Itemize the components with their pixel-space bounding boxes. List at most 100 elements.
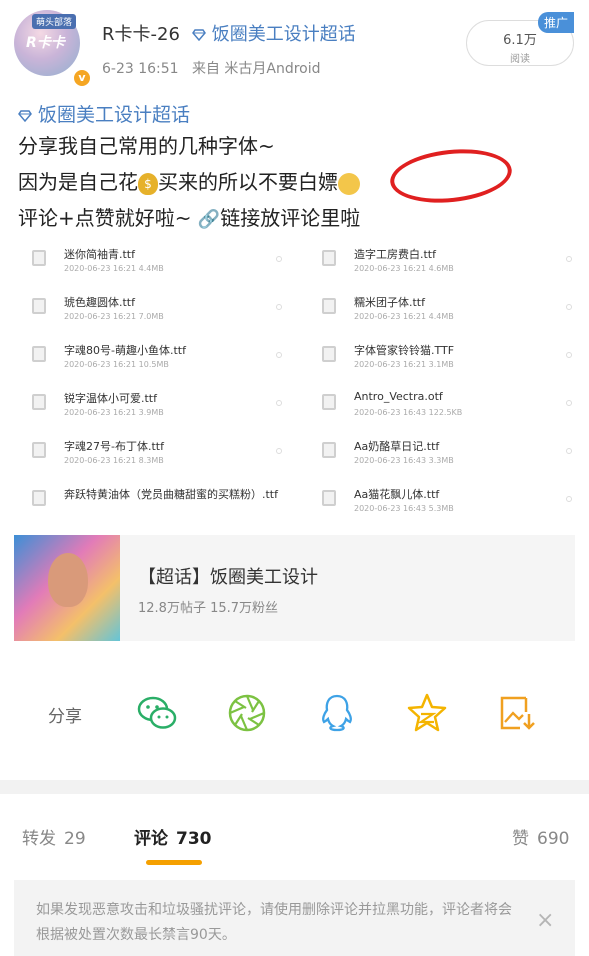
file-icon [32, 442, 46, 458]
post-meta: 6-23 16:51 来自 米古月Android [102, 58, 321, 78]
qq-icon[interactable] [316, 692, 358, 734]
link-icon: 🔗 [197, 208, 221, 230]
username[interactable]: R卡卡-26 [102, 20, 180, 46]
tab-comments-count: 730 [176, 829, 212, 849]
post-topic-link[interactable]: 饭圈美工设计超话 [18, 100, 578, 128]
file-item: 字魂80号-萌趣小鱼体.ttf 2020-06-23 16:21 10.5MB [16, 334, 286, 382]
file-name: 字体管家铃铃猫.TTF [354, 344, 455, 357]
interaction-tabs: 转发 29 评论 730 赞 690 [0, 794, 589, 872]
file-name: 迷你简袖青.ttf [64, 248, 135, 261]
select-circle-icon [276, 304, 282, 310]
file-item: Aa奶酪草日记.ttf 2020-06-23 16:43 3.3MB [306, 430, 576, 478]
portrait-image [48, 553, 88, 607]
verified-badge-icon: v [72, 68, 92, 88]
promo-badge[interactable]: 推广 [538, 12, 575, 33]
file-name: 琥色趣圆体.ttf [64, 296, 135, 309]
file-icon [322, 346, 336, 362]
post-text-segment: 链接放评论里啦 [220, 206, 361, 230]
file-meta: 2020-06-23 16:21 3.1MB [354, 360, 454, 369]
select-circle-icon [276, 352, 282, 358]
post-image[interactable]: 迷你简袖青.ttf 2020-06-23 16:21 4.4MB 琥色趣圆体.t… [16, 238, 576, 528]
shy-face-icon [338, 172, 360, 195]
file-item: 迷你简袖青.ttf 2020-06-23 16:21 4.4MB [16, 238, 286, 286]
file-meta: 2020-06-23 16:21 10.5MB [64, 360, 169, 369]
read-count-label: 阅读 [510, 54, 530, 65]
tab-likes-count: 690 [537, 829, 570, 849]
post-topic-label: 饭圈美工设计超话 [38, 104, 191, 126]
file-name: 锐字温体小可爱.ttf [64, 392, 157, 405]
post-text-line: 评论+点赞就好啦~ 🔗链接放评论里啦 [18, 200, 578, 236]
file-meta: 2020-06-23 16:43 122.5KB [354, 408, 463, 417]
file-name: Antro_Vectra.otf [354, 390, 443, 403]
wechat-icon[interactable] [136, 692, 178, 734]
money-bag-icon: $ [138, 172, 158, 195]
file-meta: 2020-06-23 16:21 3.9MB [64, 408, 164, 417]
file-meta: 2020-06-23 16:21 4.4MB [64, 264, 164, 273]
qzone-star-icon[interactable] [406, 692, 448, 734]
select-circle-icon [566, 448, 572, 454]
file-item: 造字工房费白.ttf 2020-06-23 16:21 4.6MB [306, 238, 576, 286]
select-circle-icon [566, 496, 572, 502]
post-text-segment: 因为是自己花 [18, 170, 138, 194]
close-icon[interactable]: × [536, 908, 554, 933]
file-meta: 2020-06-23 16:21 4.4MB [354, 312, 454, 321]
share-row: 分享 [0, 680, 589, 744]
file-meta: 2020-06-23 16:21 8.3MB [64, 456, 164, 465]
post-body: 饭圈美工设计超话 分享我自己常用的几种字体~ 因为是自己花 $ 买来的所以不要白嫖 … [18, 100, 578, 236]
diamond-icon [192, 29, 206, 41]
file-name: 字魂27号-布丁体.ttf [64, 440, 164, 453]
select-circle-icon [566, 400, 572, 406]
select-circle-icon [276, 256, 282, 262]
tab-repost[interactable]: 转发 29 [22, 824, 86, 849]
tab-comments-label: 评论 [134, 829, 168, 849]
tab-comments[interactable]: 评论 730 [134, 824, 212, 849]
file-icon [32, 490, 46, 506]
select-circle-icon [566, 256, 572, 262]
file-icon [322, 250, 336, 266]
supertopic-title: 【超话】饭圈美工设计 [138, 567, 318, 588]
post-text-line: 分享我自己常用的几种字体~ [18, 134, 275, 158]
file-meta: 2020-06-23 16:43 3.3MB [354, 456, 454, 465]
save-image-icon[interactable] [496, 692, 538, 734]
section-divider [0, 780, 589, 794]
supertopic-stats: 12.8万帖子 15.7万粉丝 [138, 601, 279, 616]
file-name: 造字工房费白.ttf [354, 248, 436, 261]
file-name: 奔跃特黄油体（党员曲糖甜蜜的买糕粉）.ttf [64, 488, 278, 501]
supertopic-cover-image [14, 535, 120, 641]
post-text-segment: 买来的所以不要白嫖 [158, 170, 338, 194]
file-item: Aa猫花飘儿体.ttf 2020-06-23 16:43 5.3MB [306, 478, 576, 526]
file-icon [322, 394, 336, 410]
file-icon [322, 490, 336, 506]
moments-icon[interactable] [226, 692, 268, 734]
supertopic-card[interactable]: 【超话】饭圈美工设计 12.8万帖子 15.7万粉丝 [14, 535, 575, 641]
file-item: 奔跃特黄油体（党员曲糖甜蜜的买糕粉）.ttf [16, 478, 286, 526]
file-icon [32, 298, 46, 314]
post-header: 萌头部落 R卡卡 v R卡卡-26 饭圈美工设计超话 6-23 16:51 来自… [0, 0, 589, 100]
tab-likes[interactable]: 赞 690 [512, 824, 569, 849]
file-icon [322, 298, 336, 314]
avatar[interactable]: 萌头部落 R卡卡 v [14, 10, 92, 88]
file-icon [322, 442, 336, 458]
file-meta: 2020-06-23 16:43 5.3MB [354, 504, 454, 513]
file-item: 字体管家铃铃猫.TTF 2020-06-23 16:21 3.1MB [306, 334, 576, 382]
supertopic-link[interactable]: 饭圈美工设计超话 [192, 20, 356, 46]
tab-likes-label: 赞 [512, 829, 529, 849]
file-column-left: 迷你简袖青.ttf 2020-06-23 16:21 4.4MB 琥色趣圆体.t… [16, 238, 286, 526]
diamond-icon [18, 109, 32, 122]
file-meta: 2020-06-23 16:21 7.0MB [64, 312, 164, 321]
post-text-line: 因为是自己花 $ 买来的所以不要白嫖 [18, 164, 578, 200]
moderation-notice: 如果发现恶意攻击和垃圾骚扰评论，请使用删除评论并拉黑功能，评论者将会根据被处置次… [14, 880, 575, 956]
select-circle-icon [276, 448, 282, 454]
share-label: 分享 [48, 707, 82, 727]
avatar-text: R卡卡 [26, 35, 65, 51]
file-name: 字魂80号-萌趣小鱼体.ttf [64, 344, 186, 357]
tab-repost-count: 29 [64, 829, 86, 849]
file-item: 字魂27号-布丁体.ttf 2020-06-23 16:21 8.3MB [16, 430, 286, 478]
avatar-tag: 萌头部落 [32, 14, 77, 29]
file-name: 糯米团子体.ttf [354, 296, 425, 309]
file-name: Aa猫花飘儿体.ttf [354, 488, 440, 501]
select-circle-icon [566, 304, 572, 310]
source-device: 来自 米古月Android [191, 61, 321, 77]
file-column-right: 造字工房费白.ttf 2020-06-23 16:21 4.6MB 糯米团子体.… [306, 238, 576, 526]
active-tab-indicator [146, 860, 202, 865]
